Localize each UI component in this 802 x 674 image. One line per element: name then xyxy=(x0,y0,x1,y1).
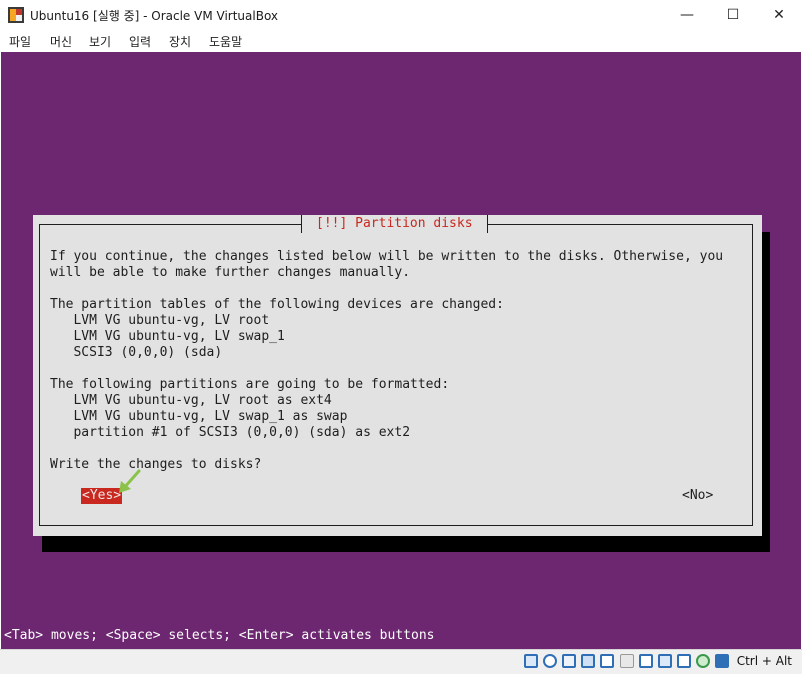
dialog-line-11: LVM VG ubuntu-vg, LV swap_1 as swap xyxy=(50,409,348,424)
host-key-label: Ctrl + Alt xyxy=(736,654,792,668)
dialog-question: Write the changes to disks? xyxy=(50,457,262,472)
display-icon[interactable] xyxy=(639,654,653,668)
menu-input[interactable]: 입력 xyxy=(129,33,151,50)
minimize-button[interactable]: — xyxy=(664,0,710,30)
menu-file[interactable]: 파일 xyxy=(9,33,31,50)
audio-icon[interactable] xyxy=(562,654,576,668)
menu-machine[interactable]: 머신 xyxy=(50,33,72,50)
mouse-integration-icon[interactable] xyxy=(696,654,710,668)
title-bar: Ubuntu16 [실행 중] - Oracle VM VirtualBox —… xyxy=(0,0,802,30)
optical-drive-icon[interactable] xyxy=(543,654,557,668)
partition-dialog: [!!] Partition disks If you continue, th… xyxy=(33,215,762,536)
keyboard-icon[interactable] xyxy=(715,654,729,668)
network-icon[interactable] xyxy=(581,654,595,668)
menu-devices[interactable]: 장치 xyxy=(169,33,191,50)
status-bar: Ctrl + Alt xyxy=(0,649,802,674)
close-button[interactable]: ✕ xyxy=(756,0,802,30)
dialog-line-2: will be able to make further changes man… xyxy=(50,265,411,280)
help-line: <Tab> moves; <Space> selects; <Enter> ac… xyxy=(4,628,435,643)
dialog-line-4: The partition tables of the following de… xyxy=(50,297,504,312)
shared-folder-icon[interactable] xyxy=(620,654,634,668)
no-button[interactable]: <No> xyxy=(682,488,713,504)
vm-display[interactable]: [!!] Partition disks If you continue, th… xyxy=(1,52,801,649)
video-capture-icon[interactable] xyxy=(658,654,672,668)
dialog-line-6: LVM VG ubuntu-vg, LV swap_1 xyxy=(50,329,285,344)
dialog-line-12: partition #1 of SCSI3 (0,0,0) (sda) as e… xyxy=(50,425,411,440)
dialog-title: [!!] Partition disks xyxy=(301,215,488,233)
dialog-line-9: The following partitions are going to be… xyxy=(50,377,450,392)
dialog-line-5: LVM VG ubuntu-vg, LV root xyxy=(50,313,270,328)
menu-bar: 파일 머신 보기 입력 장치 도움말 xyxy=(0,30,802,52)
usb-icon[interactable] xyxy=(600,654,614,668)
dialog-line-10: LVM VG ubuntu-vg, LV root as ext4 xyxy=(50,393,332,408)
menu-help[interactable]: 도움말 xyxy=(209,33,242,50)
maximize-button[interactable]: ☐ xyxy=(710,0,756,30)
pointer-arrow-icon xyxy=(119,469,141,493)
virtualbox-app-icon xyxy=(8,7,24,23)
yes-button[interactable]: <Yes> xyxy=(81,488,123,504)
dialog-line-7: SCSI3 (0,0,0) (sda) xyxy=(50,345,223,360)
cpu-virtualization-icon[interactable] xyxy=(677,654,691,668)
menu-view[interactable]: 보기 xyxy=(89,33,111,50)
hard-disk-icon[interactable] xyxy=(524,654,538,668)
window-title: Ubuntu16 [실행 중] - Oracle VM VirtualBox xyxy=(30,9,279,23)
dialog-line-1: If you continue, the changes listed belo… xyxy=(50,249,724,264)
